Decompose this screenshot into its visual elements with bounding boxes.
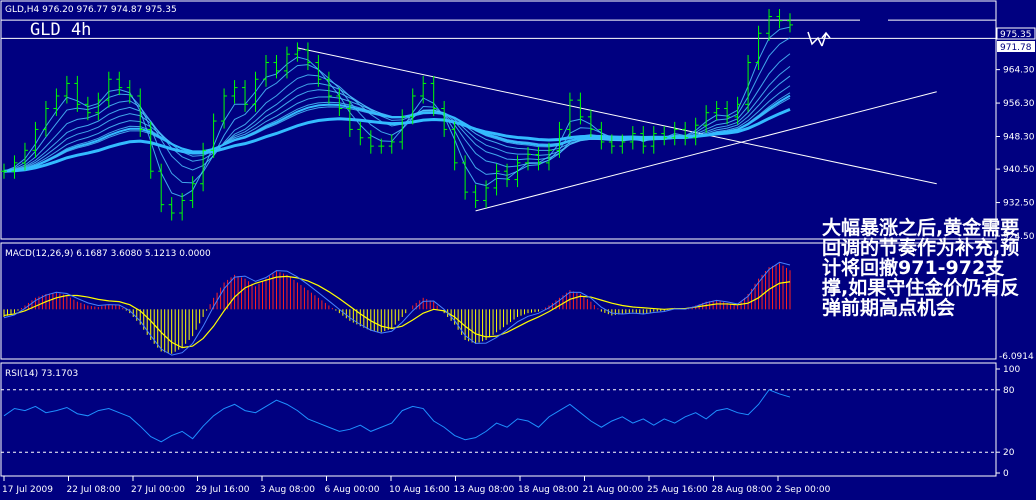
macd-header: MACD(12,26,9) 6.1687 3.6080 5.1213 0.000… <box>5 249 211 259</box>
rsi-header: RSI(14) 73.1703 <box>5 369 78 379</box>
macd-signal-line <box>3 275 791 349</box>
x-tick-label: 6 Aug 00:00 <box>325 485 380 495</box>
price-y-tick-label: 932.50 <box>1003 199 1035 209</box>
price-plot <box>1 9 996 221</box>
moving-average-line <box>3 53 791 172</box>
x-tick-label: 28 Aug 08:00 <box>712 485 773 495</box>
rsi-y-tick-label: 20 <box>1003 448 1015 458</box>
current-price-label: 975.35 <box>1000 30 1032 40</box>
x-tick-label: 3 Aug 08:00 <box>260 485 315 495</box>
rsi-y-tick-label: 80 <box>1003 386 1015 396</box>
chart-title: GLD 4h <box>30 20 91 40</box>
x-tick-label: 17 Jul 2009 <box>2 485 53 495</box>
macd-y-tick-label: -6.0914 <box>999 352 1034 362</box>
price-header: GLD,H4 976.20 976.77 974.87 975.35 <box>5 5 177 15</box>
x-tick-label: 13 Aug 08:00 <box>454 485 515 495</box>
rsi-plot <box>1 389 996 453</box>
rsi-line <box>3 389 791 443</box>
x-tick-label: 21 Aug 00:00 <box>583 485 644 495</box>
price-y-tick-label: 956.30 <box>1003 99 1035 109</box>
price-y-tick-label: 964.30 <box>1003 66 1035 76</box>
descending-trendline <box>297 47 937 185</box>
x-tick-label: 27 Jul 00:00 <box>131 485 185 495</box>
macd-plot <box>3 261 791 356</box>
x-tick-label: 25 Aug 16:00 <box>647 485 708 495</box>
price-y-tick-label: 940.50 <box>1003 165 1035 175</box>
moving-average-slow <box>3 107 791 173</box>
projection-arrow-down <box>807 31 823 47</box>
rsi-y-tick-label: 0 <box>1003 469 1009 479</box>
rsi-panel-frame <box>0 362 997 477</box>
analysis-annotation: 大幅暴涨之后,黄金需要回调的节奏作为补充,预计将回撤971-972支撑,如果守住… <box>822 217 1020 319</box>
x-tick-label: 18 Aug 08:00 <box>518 485 579 495</box>
x-tick-label: 29 Jul 16:00 <box>196 485 250 495</box>
moving-average-line <box>3 26 791 198</box>
rsi-y-tick-label: 100 <box>1003 365 1020 375</box>
support-price-label: 971.78 <box>1000 43 1032 53</box>
moving-average-line <box>3 37 791 184</box>
chart-window: 964.30 956.30 948.30 940.50 932.50 924.50 -6.0… <box>0 0 1036 496</box>
moving-average-line <box>3 65 791 172</box>
x-tick-label: 2 Sep 00:00 <box>776 485 831 495</box>
x-tick-label: 10 Aug 16:00 <box>389 485 450 495</box>
price-y-tick-label: 948.30 <box>1003 133 1035 143</box>
x-tick-label: 22 Jul 08:00 <box>67 485 121 495</box>
